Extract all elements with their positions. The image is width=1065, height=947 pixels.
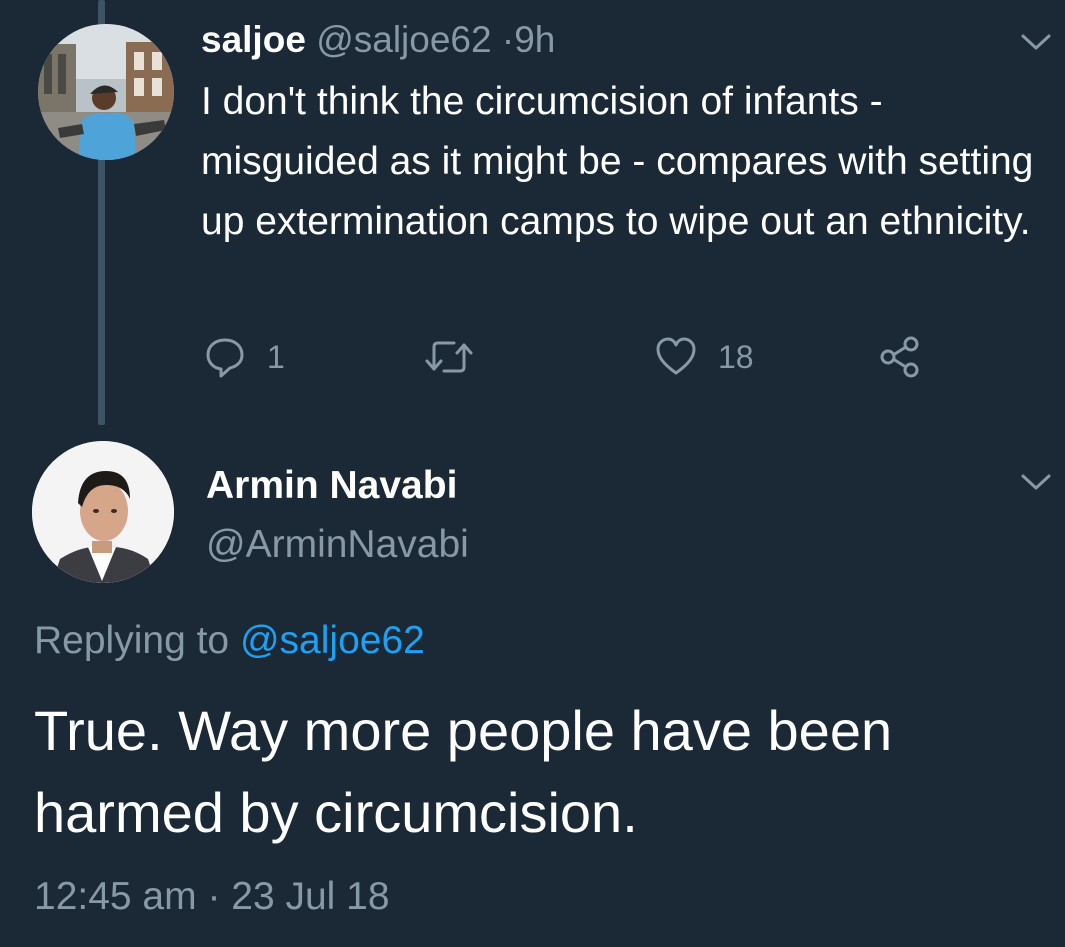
reply-tweet-header: saljoe @saljoe62 ·9h	[201, 18, 555, 62]
chevron-down-icon[interactable]	[1019, 470, 1053, 494]
replying-to-mention[interactable]: @saljoe62	[240, 619, 425, 662]
heart-icon	[656, 337, 696, 375]
saljoe-avatar[interactable]	[38, 24, 174, 160]
share-icon	[880, 336, 919, 378]
reply-count: 1	[267, 338, 285, 375]
reply-time[interactable]: 9h	[514, 19, 555, 60]
like-button[interactable]: 18	[654, 335, 754, 379]
reply-button[interactable]: 1	[203, 335, 285, 379]
main-author-name[interactable]: Armin Navabi	[206, 462, 457, 510]
like-count: 18	[718, 338, 754, 375]
reply-author-handle[interactable]: @saljoe62	[316, 19, 491, 60]
armin-navabi-avatar[interactable]	[32, 441, 174, 583]
reply-author-name[interactable]: saljoe	[201, 19, 306, 60]
replying-to-line: Replying to @saljoe62	[34, 616, 425, 666]
replying-to-label: Replying to	[34, 619, 230, 662]
main-tweet-timestamp[interactable]: 12:45 am · 23 Jul 18	[34, 872, 390, 922]
main-tweet-text: True. Way more people have been harmed b…	[34, 699, 893, 844]
retweet-icon	[425, 341, 473, 373]
reply-icon	[206, 338, 244, 378]
reply-meta-separator: ·	[501, 19, 515, 60]
retweet-button[interactable]	[424, 335, 474, 379]
chevron-down-icon[interactable]	[1019, 30, 1053, 54]
reply-tweet-text: I don't think the circumcision of infant…	[201, 80, 1034, 243]
share-button[interactable]	[878, 335, 922, 379]
main-author-handle[interactable]: @ArminNavabi	[206, 521, 469, 569]
